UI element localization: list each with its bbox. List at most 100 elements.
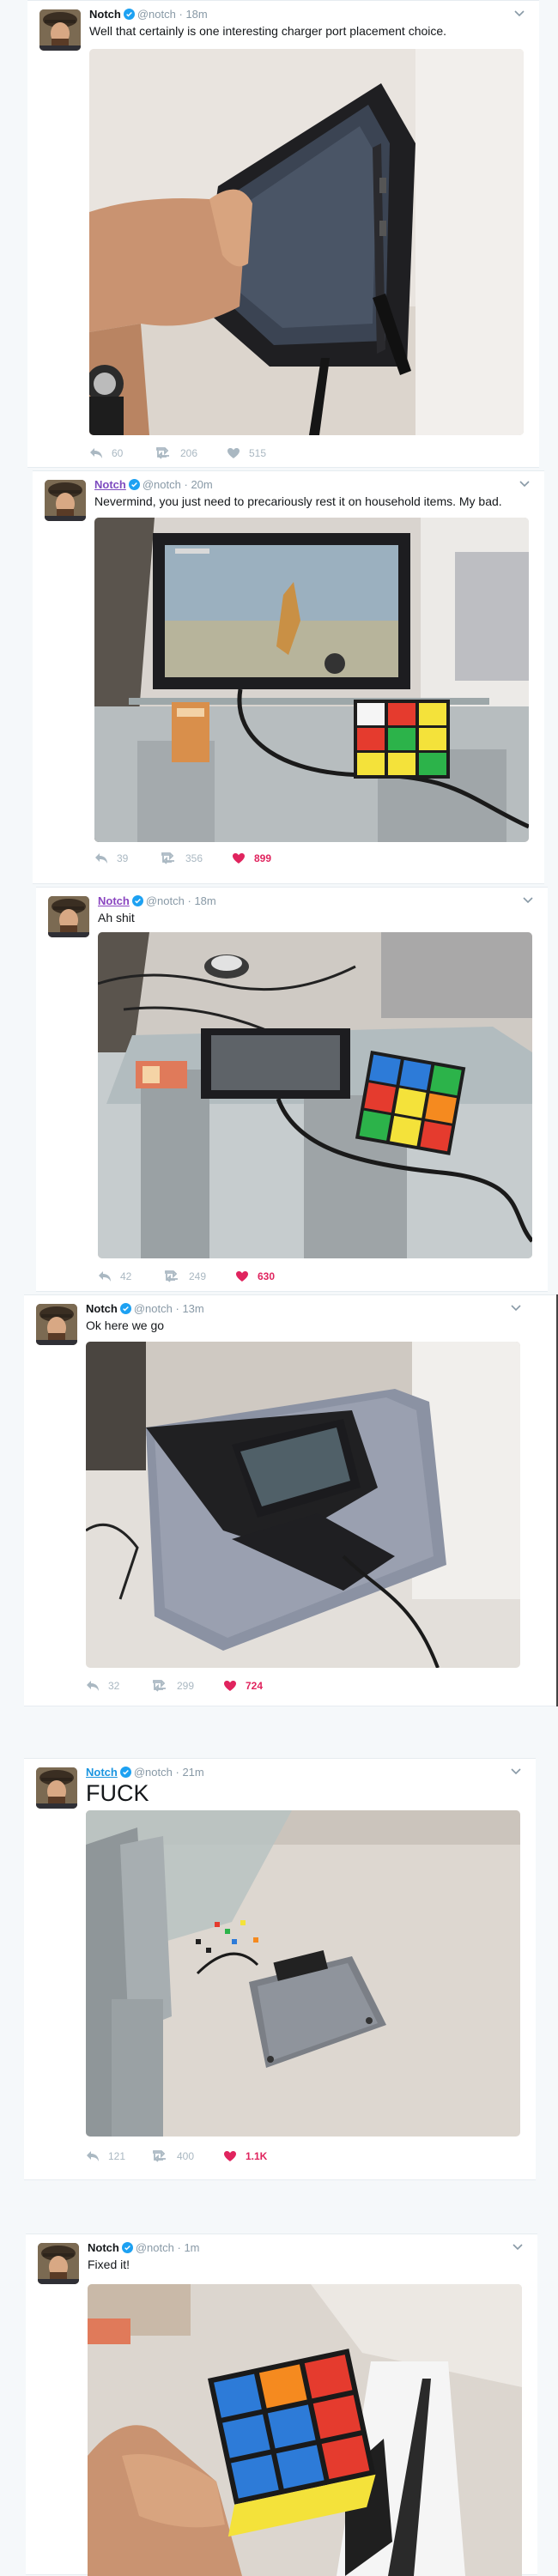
reply-button[interactable]: 121 [86, 2150, 125, 2162]
like-button[interactable]: 515 [227, 447, 266, 459]
rubiks-cube [355, 1051, 466, 1155]
tweet-6[interactable]: Notch @notch · 1m Fixed it! [26, 2234, 537, 2576]
display-name[interactable]: Notch [89, 8, 121, 21]
chevron-down-icon[interactable] [522, 896, 534, 905]
reply-icon [95, 853, 107, 864]
chevron-down-icon[interactable] [510, 1304, 522, 1312]
retweet-count: 249 [189, 1270, 207, 1282]
like-button[interactable]: 899 [232, 852, 271, 864]
verified-icon [128, 479, 140, 490]
tweet-photo[interactable] [86, 1810, 520, 2137]
tweet-header: Notch @notch · 21m [86, 1766, 204, 1779]
handle[interactable]: @notch [146, 894, 185, 907]
like-button[interactable]: 724 [223, 1680, 263, 1692]
reply-count: 121 [108, 2150, 126, 2162]
tweet-header: Notch @notch · 1m [88, 2241, 200, 2254]
verified-icon [121, 2242, 133, 2253]
handle[interactable]: @notch [134, 1302, 173, 1315]
like-button[interactable]: 1.1K [223, 2150, 267, 2162]
avatar[interactable] [36, 1767, 77, 1809]
like-count: 630 [258, 1270, 276, 1282]
reply-icon [87, 2151, 99, 2161]
reply-count: 32 [108, 1680, 120, 1692]
timestamp[interactable]: 20m [191, 478, 212, 491]
chevron-down-icon[interactable] [519, 480, 531, 488]
like-count: 1.1K [246, 2150, 268, 2162]
timestamp[interactable]: 21m [182, 1766, 203, 1779]
heart-icon [236, 1271, 248, 1282]
chevron-down-icon[interactable] [512, 2243, 524, 2252]
retweet-count: 356 [185, 852, 203, 864]
tweet-photo[interactable] [89, 49, 524, 435]
display-name[interactable]: Notch [86, 1302, 118, 1315]
retweet-count: 400 [177, 2150, 195, 2162]
reply-button[interactable]: 32 [86, 1680, 119, 1692]
retweet-icon [156, 447, 169, 459]
heart-icon [224, 1681, 236, 1691]
tweet-text: Nevermind, you just need to precariously… [94, 494, 502, 508]
reply-count: 60 [112, 447, 124, 459]
tweet-text: Ah shit [98, 911, 135, 924]
tweet-actions: 60 206 515 [89, 447, 524, 463]
retweet-button[interactable]: 206 [155, 447, 197, 459]
retweet-icon [153, 1680, 166, 1692]
avatar[interactable] [45, 480, 86, 521]
verified-icon [123, 9, 135, 20]
tweet-actions: 121 400 1.1K [86, 2150, 520, 2166]
timestamp[interactable]: 1m [184, 2241, 199, 2254]
timestamp[interactable]: 18m [185, 8, 207, 21]
retweet-icon [165, 1270, 178, 1282]
handle[interactable]: @notch [136, 2241, 174, 2254]
tweet-header: Notch @notch · 18m [98, 894, 216, 907]
handle[interactable]: @notch [137, 8, 176, 21]
retweet-button[interactable]: 356 [160, 852, 203, 864]
chevron-down-icon[interactable] [510, 1767, 522, 1776]
reply-button[interactable]: 39 [94, 852, 128, 864]
like-count: 515 [249, 447, 267, 459]
tweet-actions: 32 299 724 [86, 1680, 520, 1695]
handle[interactable]: @notch [143, 478, 181, 491]
retweet-button[interactable]: 299 [151, 1680, 194, 1692]
tweet-text: FUCK [86, 1780, 149, 1806]
tweet-photo[interactable] [94, 518, 529, 842]
display-name[interactable]: Notch [94, 478, 126, 491]
avatar[interactable] [39, 9, 81, 51]
like-count: 899 [254, 852, 272, 864]
avatar[interactable] [36, 1304, 77, 1345]
heart-icon [233, 853, 245, 864]
like-count: 724 [246, 1680, 264, 1692]
display-name[interactable]: Notch [88, 2241, 119, 2254]
timestamp[interactable]: 13m [182, 1302, 203, 1315]
tweet-header: Notch @notch · 13m [86, 1302, 204, 1315]
reply-button[interactable]: 60 [89, 447, 123, 459]
display-name[interactable]: Notch [86, 1766, 118, 1779]
tweet-photo[interactable] [86, 1342, 520, 1668]
reply-count: 42 [120, 1270, 132, 1282]
retweet-icon [153, 2150, 166, 2162]
heart-icon [224, 2151, 236, 2161]
retweet-button[interactable]: 400 [151, 2150, 194, 2162]
tweet-actions: 42 249 630 [98, 1270, 532, 1286]
handle[interactable]: @notch [134, 1766, 173, 1779]
retweet-count: 206 [180, 447, 198, 459]
tweet-actions: 39 356 899 [94, 852, 529, 868]
tweet-header: Notch @notch · 20m [94, 478, 213, 491]
display-name[interactable]: Notch [98, 894, 130, 907]
tweet-2[interactable]: Notch @notch · 20m Nevermind, you just ne… [33, 470, 544, 884]
tweet-photo[interactable] [88, 2284, 522, 2576]
tweet-1[interactable]: Notch @notch · 18m Well that certainly is… [27, 0, 539, 468]
avatar[interactable] [48, 896, 89, 937]
like-button[interactable]: 630 [235, 1270, 275, 1282]
timestamp[interactable]: 18m [194, 894, 215, 907]
avatar[interactable] [38, 2243, 79, 2284]
reply-button[interactable]: 42 [98, 1270, 131, 1282]
verified-icon [119, 1303, 131, 1314]
tweet-4[interactable]: Notch@notch · 13m Ok here we go 32 299 [24, 1294, 556, 1706]
tweet-5[interactable]: Notch @notch · 21m FUCK 121 400 1.1K [24, 1758, 536, 2180]
tweet-3[interactable]: Notch @notch · 18m Ah shit 42 249 630 [36, 887, 548, 1292]
chevron-down-icon[interactable] [513, 9, 525, 18]
tweet-photo[interactable] [98, 932, 532, 1258]
rubiks-cube [354, 700, 450, 779]
reply-count: 39 [117, 852, 129, 864]
retweet-button[interactable]: 249 [163, 1270, 206, 1282]
